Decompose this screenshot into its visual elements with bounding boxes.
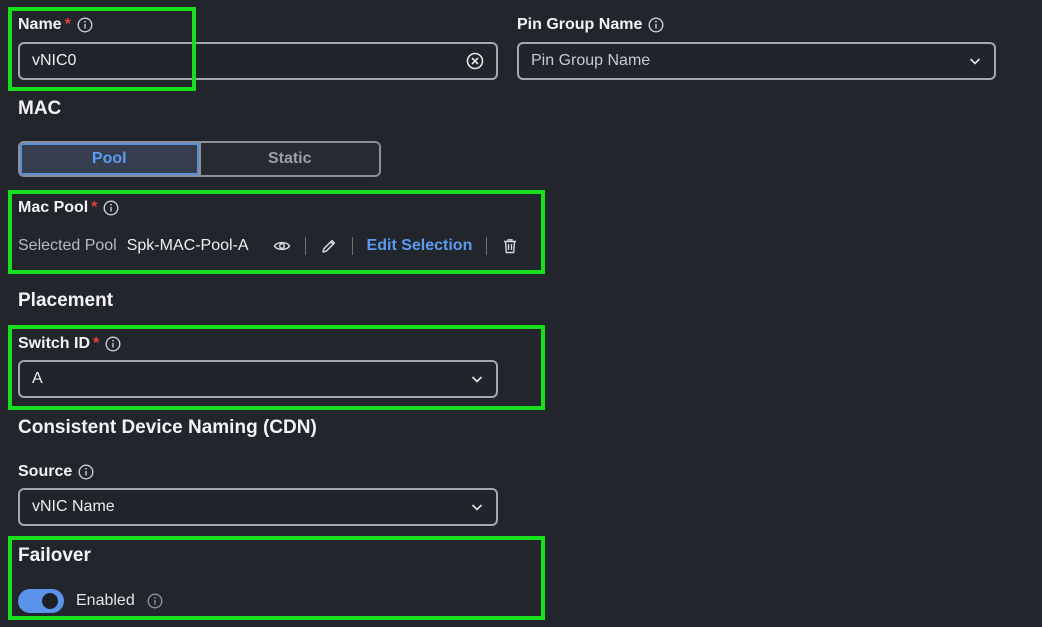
failover-title: Failover xyxy=(18,545,91,566)
failover-toggle-label: Enabled xyxy=(76,592,135,609)
required-mark: * xyxy=(93,335,100,352)
divider xyxy=(304,237,306,255)
selected-pool-label: Selected Pool xyxy=(18,237,117,254)
mac-pool-label: Mac Pool * xyxy=(18,199,119,217)
divider xyxy=(486,237,488,255)
chevron-down-icon xyxy=(968,54,982,68)
trash-icon[interactable] xyxy=(501,237,519,255)
chevron-down-icon xyxy=(470,500,484,514)
mac-type-toggle[interactable]: Pool Static xyxy=(18,141,381,177)
info-icon[interactable] xyxy=(77,17,93,33)
source-select[interactable]: vNIC Name xyxy=(18,488,498,526)
mac-static-option[interactable]: Static xyxy=(200,143,379,175)
pin-group-select[interactable]: Pin Group Name xyxy=(517,42,996,80)
pencil-icon[interactable] xyxy=(320,237,338,255)
info-icon[interactable] xyxy=(103,200,119,216)
info-icon[interactable] xyxy=(78,464,94,480)
toggle-knob xyxy=(42,593,58,609)
switch-id-label: Switch ID * xyxy=(18,335,121,353)
mac-pool-option[interactable]: Pool xyxy=(20,143,199,175)
edit-selection-link[interactable]: Edit Selection xyxy=(367,237,473,255)
required-mark: * xyxy=(64,16,71,33)
mac-title: MAC xyxy=(18,98,62,119)
required-mark: * xyxy=(91,199,98,216)
failover-toggle-row: Enabled xyxy=(18,589,163,613)
divider xyxy=(351,237,353,255)
info-icon[interactable] xyxy=(105,336,121,352)
source-label: Source xyxy=(18,463,94,481)
name-input[interactable]: vNIC0 xyxy=(18,42,498,80)
chevron-down-icon xyxy=(470,372,484,386)
eye-icon[interactable] xyxy=(273,237,291,255)
failover-toggle[interactable] xyxy=(18,589,64,613)
selected-pool-row: Selected Pool Spk-MAC-Pool-A Edit Select… xyxy=(18,237,519,255)
pin-group-label: Pin Group Name xyxy=(517,16,664,34)
cdn-title: Consistent Device Naming (CDN) xyxy=(18,417,317,438)
clear-icon[interactable] xyxy=(466,52,484,70)
selected-pool-name: Spk-MAC-Pool-A xyxy=(126,237,249,254)
info-icon[interactable] xyxy=(648,17,664,33)
switch-id-select[interactable]: A xyxy=(18,360,498,398)
name-label: Name * xyxy=(18,16,93,34)
info-icon[interactable] xyxy=(147,593,163,609)
placement-title: Placement xyxy=(18,290,114,311)
